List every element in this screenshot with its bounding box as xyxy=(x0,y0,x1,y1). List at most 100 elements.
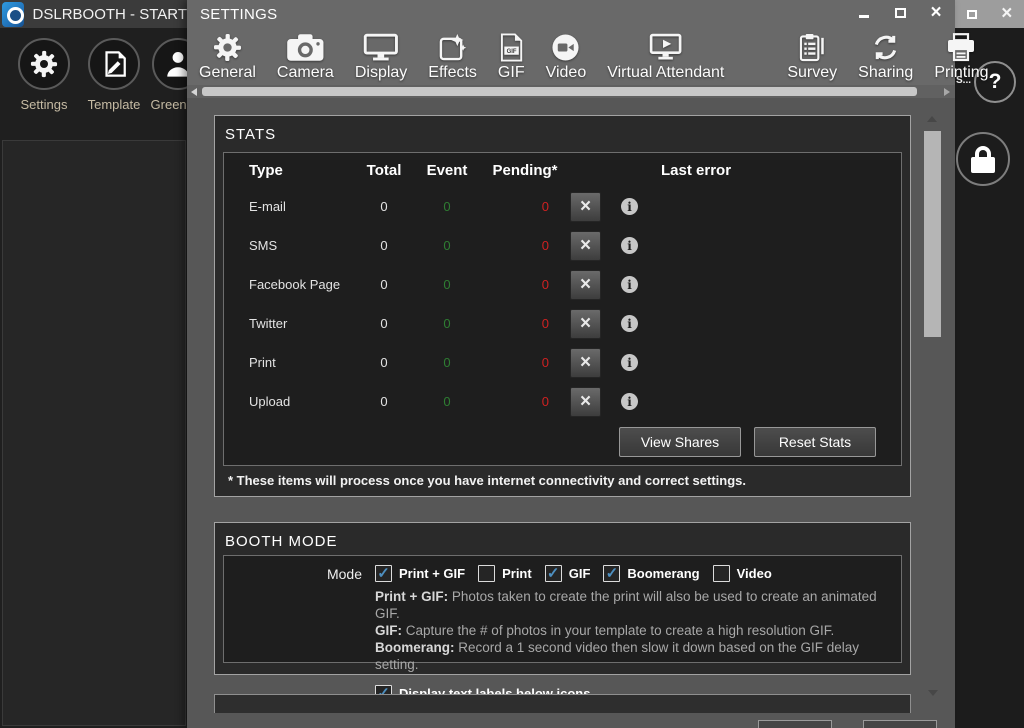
main-window-titlebar: DSLRBOOTH - START xyxy=(0,0,187,28)
toolbar-item-virtual-attendant[interactable]: Virtual Attendant xyxy=(607,30,724,82)
stats-section-title: STATS xyxy=(215,116,910,143)
stat-pending: 0 xyxy=(485,394,565,409)
screen: DSLRBOOTH - START Settings Template Gree… xyxy=(0,0,1024,728)
scroll-left-arrow-icon[interactable] xyxy=(191,88,197,96)
main-right-panel: S... ? xyxy=(955,28,1024,728)
mode-checkbox[interactable] xyxy=(713,565,730,582)
camera-icon xyxy=(286,30,325,62)
column-header-last-error: Last error xyxy=(661,162,901,179)
next-section-partial xyxy=(214,694,911,713)
lock-button[interactable] xyxy=(956,132,1010,186)
horizontal-scroll-thumb[interactable] xyxy=(202,87,917,96)
view-shares-button[interactable]: View Shares xyxy=(619,427,741,457)
toolbar-horizontal-scrollbar[interactable] xyxy=(187,85,955,98)
dslrbooth-logo-icon xyxy=(2,2,24,27)
clear-stat-button[interactable]: × xyxy=(570,348,601,378)
toolbar-item-gif[interactable]: GIF GIF xyxy=(498,30,525,82)
clear-stat-button[interactable]: × xyxy=(570,192,601,222)
toolbar-item-effects[interactable]: Effects xyxy=(428,30,477,82)
sidebar-item-template[interactable]: Template xyxy=(79,38,149,112)
settings-minimize-button[interactable] xyxy=(853,5,875,21)
video-icon xyxy=(551,30,580,62)
info-icon[interactable]: i xyxy=(621,315,638,332)
clear-stat-button[interactable]: × xyxy=(570,309,601,339)
stats-footnote: * These items will process once you have… xyxy=(228,473,746,488)
settings-close-button[interactable]: × xyxy=(925,5,947,21)
main-close-button[interactable]: × xyxy=(996,6,1018,22)
mode-option-gif: ✓ GIF xyxy=(545,565,591,582)
stats-rows: E-mail 0 0 0 × i SMS 0 0 0 × i Facebook … xyxy=(224,187,901,421)
clear-stat-button[interactable]: × xyxy=(570,270,601,300)
stat-type: SMS xyxy=(249,238,354,253)
toolbar-item-video[interactable]: Video xyxy=(546,30,587,82)
column-header-pending: Pending* xyxy=(485,162,565,179)
scroll-right-arrow-icon[interactable] xyxy=(944,88,950,96)
toolbar-item-general[interactable]: General xyxy=(199,30,256,82)
mode-option-print: Print xyxy=(478,565,532,582)
stats-table-row: SMS 0 0 0 × i xyxy=(224,226,901,265)
question-mark-icon: ? xyxy=(989,70,1002,94)
info-icon[interactable]: i xyxy=(621,276,638,293)
mode-checkbox[interactable] xyxy=(478,565,495,582)
settings-gear-icon xyxy=(30,50,58,78)
toolbar-item-camera[interactable]: Camera xyxy=(277,30,334,82)
stat-event: 0 xyxy=(424,316,470,331)
main-maximize-button[interactable] xyxy=(961,6,983,22)
mode-option-boomerang: ✓ Boomerang xyxy=(603,565,699,582)
display-icon xyxy=(363,30,399,62)
partial-button-1[interactable] xyxy=(758,720,832,728)
stat-event: 0 xyxy=(424,277,470,292)
settings-maximize-button[interactable] xyxy=(889,5,911,21)
stat-total: 0 xyxy=(364,199,404,214)
mode-description-line: Print + GIF: Photos taken to create the … xyxy=(375,588,901,622)
gif-icon: GIF xyxy=(499,30,524,62)
stats-table-row: Twitter 0 0 0 × i xyxy=(224,304,901,343)
mode-checkbox[interactable]: ✓ xyxy=(545,565,562,582)
stats-table-row: Facebook Page 0 0 0 × i xyxy=(224,265,901,304)
stats-table-row: Upload 0 0 0 × i xyxy=(224,382,901,421)
stats-table: Type Total Event Pending* Last error E-m… xyxy=(223,152,902,466)
scroll-down-arrow-icon[interactable] xyxy=(928,690,938,696)
booth-mode-section: BOOTH MODE Mode ✓ Print + GIF Print ✓ GI… xyxy=(214,522,911,675)
svg-text:GIF: GIF xyxy=(506,49,516,55)
stat-type: Upload xyxy=(249,394,354,409)
main-window-title: DSLRBOOTH - START xyxy=(33,6,187,23)
toolbar-item-sharing[interactable]: Sharing xyxy=(858,30,913,82)
scroll-up-arrow-icon[interactable] xyxy=(927,116,937,122)
mode-checkbox[interactable]: ✓ xyxy=(375,565,392,582)
sidebar-item-settings[interactable]: Settings xyxy=(9,38,79,112)
x-icon: × xyxy=(580,274,591,296)
mode-description-line: Boomerang: Record a 1 second video then … xyxy=(375,639,901,673)
stats-table-row: E-mail 0 0 0 × i xyxy=(224,187,901,226)
stat-type: E-mail xyxy=(249,199,354,214)
stat-pending: 0 xyxy=(485,199,565,214)
main-sidebar: Settings Template Green Sc xyxy=(0,28,187,140)
clear-stat-button[interactable]: × xyxy=(570,387,601,417)
reset-stats-button[interactable]: Reset Stats xyxy=(754,427,876,457)
info-icon[interactable]: i xyxy=(621,198,638,215)
printing-icon xyxy=(946,30,976,62)
toolbar-item-survey[interactable]: Survey xyxy=(787,30,837,82)
mode-descriptions: Print + GIF: Photos taken to create the … xyxy=(375,588,901,673)
column-header-type: Type xyxy=(249,162,354,179)
mode-label: Mode xyxy=(224,566,362,582)
vertical-scroll-thumb[interactable] xyxy=(924,131,941,337)
booth-mode-section-title: BOOTH MODE xyxy=(215,523,910,550)
partial-button-2[interactable] xyxy=(863,720,937,728)
settings-window: SETTINGS × General Camera Display Effect… xyxy=(187,0,955,728)
mode-options: ✓ Print + GIF Print ✓ GIF ✓ Boomerang Vi… xyxy=(362,565,772,582)
stat-total: 0 xyxy=(364,238,404,253)
stats-section: STATS Type Total Event Pending* Last err… xyxy=(214,115,911,497)
toolbar-item-display[interactable]: Display xyxy=(355,30,407,82)
toolbar-item-printing[interactable]: Printing xyxy=(934,30,988,82)
settings-toolbar: General Camera Display Effects GIF GIF V… xyxy=(187,28,955,85)
effects-icon xyxy=(438,30,467,62)
clear-stat-button[interactable]: × xyxy=(570,231,601,261)
column-header-event: Event xyxy=(424,162,470,179)
mode-checkbox[interactable]: ✓ xyxy=(603,565,620,582)
stat-event: 0 xyxy=(424,394,470,409)
info-icon[interactable]: i xyxy=(621,393,638,410)
info-icon[interactable]: i xyxy=(621,354,638,371)
settings-vertical-scrollbar[interactable] xyxy=(923,112,943,698)
info-icon[interactable]: i xyxy=(621,237,638,254)
